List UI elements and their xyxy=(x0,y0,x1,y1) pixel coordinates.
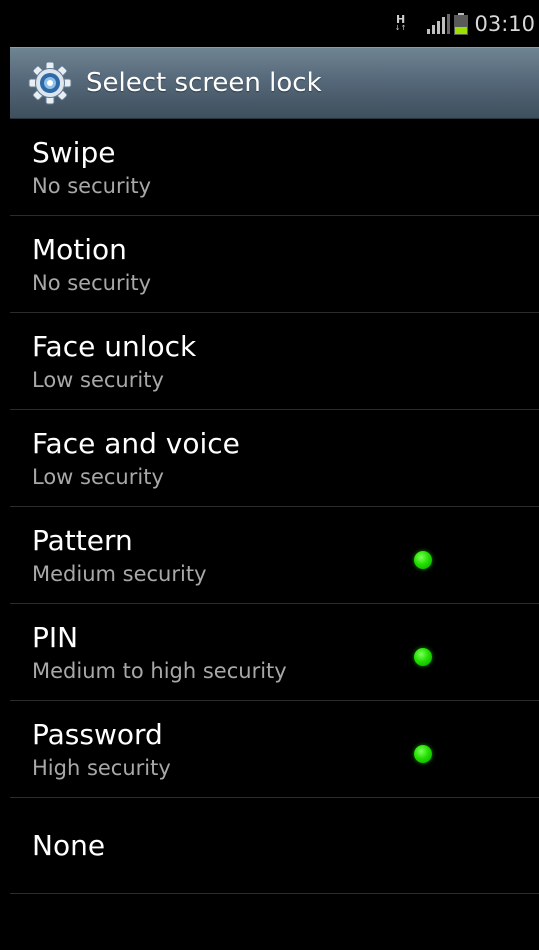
option-title: Pattern xyxy=(32,524,133,557)
green-status-dot-icon xyxy=(414,745,432,763)
option-subtitle: No security xyxy=(32,174,152,198)
data-activity-arrows: ↓↑ xyxy=(394,23,407,32)
option-title: Swipe xyxy=(32,136,116,169)
option-face-and-voice[interactable]: Face and voice Low security xyxy=(10,410,539,507)
option-subtitle: Medium security xyxy=(32,562,207,586)
clock: 03:10 xyxy=(474,11,535,36)
option-subtitle: No security xyxy=(32,271,152,295)
green-status-dot-icon xyxy=(414,648,432,666)
option-motion[interactable]: Motion No security xyxy=(10,216,539,313)
title-bar: Select screen lock xyxy=(10,47,539,119)
signal-bars-icon xyxy=(427,13,451,34)
option-subtitle: Medium to high security xyxy=(32,659,287,683)
option-title: Password xyxy=(32,718,163,751)
phone-screen: H ↓↑ 03:10 Select screen lock Swipe No s… xyxy=(10,0,539,950)
option-password[interactable]: Password High security xyxy=(10,701,539,798)
screen-lock-options-list: Swipe No security Motion No security Fac… xyxy=(10,119,539,894)
option-title: None xyxy=(32,828,106,862)
option-subtitle: Low security xyxy=(32,465,164,489)
option-title: Face and voice xyxy=(32,427,240,460)
battery-icon xyxy=(454,12,469,35)
option-title: Motion xyxy=(32,233,127,266)
option-subtitle: High security xyxy=(32,756,171,780)
option-face-unlock[interactable]: Face unlock Low security xyxy=(10,313,539,410)
option-title: Face unlock xyxy=(32,330,197,363)
option-title: PIN xyxy=(32,621,79,654)
option-pattern[interactable]: Pattern Medium security xyxy=(10,507,539,604)
option-pin[interactable]: PIN Medium to high security xyxy=(10,604,539,701)
option-subtitle: Low security xyxy=(32,368,164,392)
status-bar: H ↓↑ 03:10 xyxy=(10,0,539,47)
settings-gear-icon xyxy=(28,61,72,105)
network-type-indicator: H ↓↑ xyxy=(394,12,407,32)
option-swipe[interactable]: Swipe No security xyxy=(10,119,539,216)
network-type-label: H xyxy=(395,12,406,26)
option-none[interactable]: None xyxy=(10,798,539,894)
page-title: Select screen lock xyxy=(86,68,322,98)
green-status-dot-icon xyxy=(414,551,432,569)
